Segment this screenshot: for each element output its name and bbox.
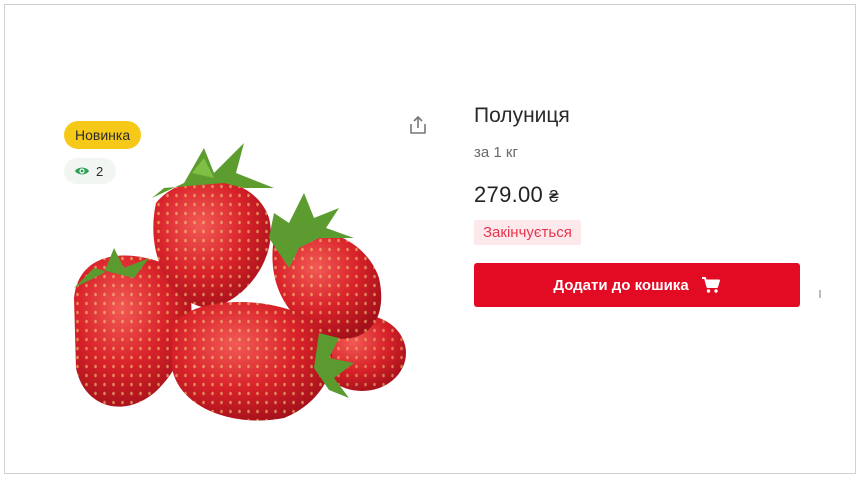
scroll-indicator <box>819 290 821 298</box>
product-unit: за 1 кг <box>474 144 518 161</box>
stock-status-badge: Закінчується <box>474 220 581 245</box>
eye-icon <box>75 167 89 175</box>
product-title: Полуниця <box>474 104 570 127</box>
cart-icon <box>701 277 720 293</box>
price-currency: ₴ <box>549 187 559 206</box>
views-counter: 2 <box>64 158 116 184</box>
views-count: 2 <box>96 163 104 179</box>
share-icon[interactable] <box>406 113 430 137</box>
new-badge: Новинка <box>64 121 142 149</box>
product-image <box>74 143 406 421</box>
price-value: 279.00 <box>474 182 544 207</box>
product-price: 279.00 ₴ <box>474 182 559 208</box>
add-to-cart-label: Додати до кошика <box>553 276 689 294</box>
add-to-cart-button[interactable]: Додати до кошика <box>474 263 800 307</box>
